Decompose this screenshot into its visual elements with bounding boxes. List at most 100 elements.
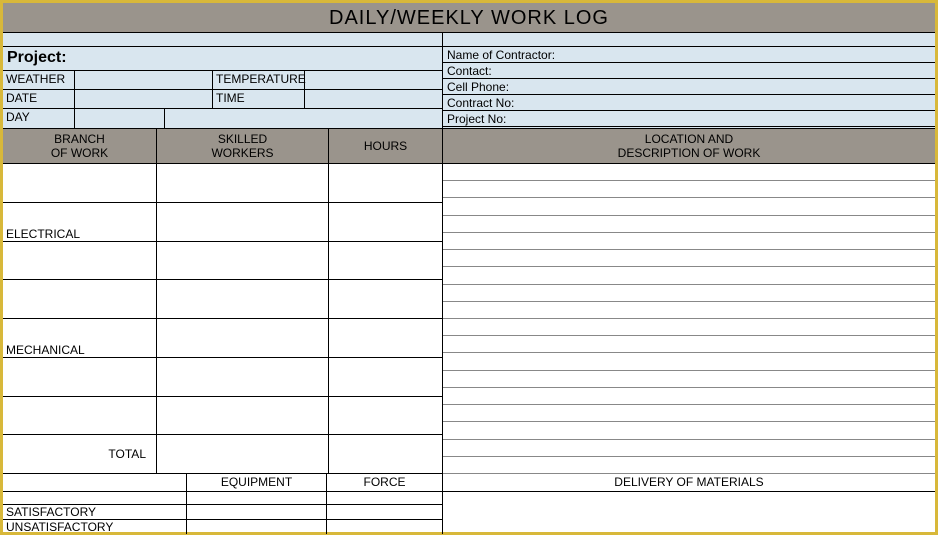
skilled-cell[interactable] [157,203,329,241]
hours-cell[interactable] [329,242,443,280]
equipment-cell[interactable] [187,505,327,519]
contract-no-label: Contract No: [443,95,935,111]
desc-line[interactable] [443,181,935,198]
branch-cell[interactable] [3,358,157,396]
satisfactory-row: SATISFACTORY [3,505,443,520]
description-lines[interactable] [443,164,935,474]
project-no-label: Project No: [443,111,935,127]
delivery-header: DELIVERY OF MATERIALS [443,474,935,492]
contact-label: Contact: [443,63,935,79]
branch-cell[interactable] [3,397,157,435]
table-row [3,164,443,203]
desc-line[interactable] [443,371,935,388]
branch-cell[interactable] [3,280,157,318]
header-loc-l2: DESCRIPTION OF WORK [618,146,761,160]
cell-phone-label: Cell Phone: [443,79,935,95]
weather-row: WEATHER TEMPERATURE [3,71,442,90]
branch-cell-electrical[interactable]: ELECTRICAL [3,203,157,241]
desc-line[interactable] [443,388,935,405]
skilled-cell[interactable] [157,242,329,280]
hours-cell[interactable] [329,358,443,396]
work-log-sheet: DAILY/WEEKLY WORK LOG Project: WEATHER T… [0,0,938,535]
hours-cell[interactable] [329,280,443,318]
blank-strip-right [443,33,935,47]
desc-line[interactable] [443,319,935,336]
skilled-cell[interactable] [157,397,329,435]
table-row: MECHANICAL [3,319,443,358]
equipment-cell[interactable] [187,520,327,534]
lower-section: EQUIPMENT FORCE SATISFACTORY UNSATISFACT… [3,474,935,534]
total-skilled[interactable] [157,435,329,473]
equipment-cell[interactable] [187,492,327,504]
desc-line[interactable] [443,164,935,181]
desc-line[interactable] [443,422,935,439]
table-row [3,280,443,319]
hours-cell[interactable] [329,319,443,357]
desc-line[interactable] [443,198,935,215]
desc-line[interactable] [443,267,935,284]
info-section: Project: WEATHER TEMPERATURE DATE TIME D… [3,33,935,128]
desc-line[interactable] [443,336,935,353]
total-row: TOTAL [3,435,443,474]
skilled-cell[interactable] [157,280,329,318]
table-row [3,358,443,397]
desc-line[interactable] [443,250,935,267]
header-loc-l1: LOCATION AND [645,132,733,146]
branch-cell[interactable] [3,242,157,280]
body-section: ELECTRICAL MECHANICAL [3,164,935,474]
unsatisfactory-row: UNSATISFACTORY [3,520,443,534]
desc-line[interactable] [443,302,935,319]
force-header: FORCE [327,474,443,491]
hours-cell[interactable] [329,397,443,435]
header-branch-l1: BRANCH [54,132,105,146]
blank-cell[interactable] [3,492,187,504]
hours-cell[interactable] [329,203,443,241]
desc-line[interactable] [443,353,935,370]
total-label: TOTAL [3,435,157,473]
time-value[interactable] [305,90,442,108]
contractor-name-label: Name of Contractor: [443,47,935,63]
blank-strip [3,33,442,47]
day-row: DAY [3,109,442,128]
delivery-body[interactable] [443,492,935,534]
date-value[interactable] [75,90,213,108]
desc-line[interactable] [443,216,935,233]
header-branch-l2: OF WORK [51,146,108,160]
blank-sat-row [3,492,443,505]
satisfactory-label: SATISFACTORY [3,505,187,519]
day-label: DAY [3,109,75,128]
desc-line[interactable] [443,457,935,474]
equipment-header-row: EQUIPMENT FORCE [3,474,443,492]
day-rest [165,109,442,128]
day-value[interactable] [75,109,165,128]
weather-value[interactable] [75,71,213,89]
desc-line[interactable] [443,285,935,302]
skilled-cell[interactable] [157,164,329,202]
table-row [3,242,443,281]
desc-line[interactable] [443,405,935,422]
force-cell[interactable] [327,492,443,504]
hours-cell[interactable] [329,164,443,202]
force-cell[interactable] [327,520,443,534]
header-skilled: SKILLED WORKERS [157,129,329,163]
table-row: ELECTRICAL [3,203,443,242]
skilled-cell[interactable] [157,319,329,357]
branch-cell[interactable] [3,164,157,202]
total-hours[interactable] [329,435,443,473]
time-label: TIME [213,90,305,108]
temperature-label: TEMPERATURE [213,71,305,89]
table-row [3,397,443,436]
lower-right: DELIVERY OF MATERIALS [443,474,935,534]
temperature-value[interactable] [305,71,442,89]
date-label: DATE [3,90,75,108]
force-cell[interactable] [327,505,443,519]
desc-line[interactable] [443,440,935,457]
info-left: Project: WEATHER TEMPERATURE DATE TIME D… [3,33,443,128]
skilled-cell[interactable] [157,358,329,396]
desc-line[interactable] [443,233,935,250]
header-hours: HOURS [329,129,443,163]
unsatisfactory-label: UNSATISFACTORY [3,520,187,534]
info-right: Name of Contractor: Contact: Cell Phone:… [443,33,935,128]
equipment-header: EQUIPMENT [187,474,327,491]
branch-cell-mechanical[interactable]: MECHANICAL [3,319,157,357]
